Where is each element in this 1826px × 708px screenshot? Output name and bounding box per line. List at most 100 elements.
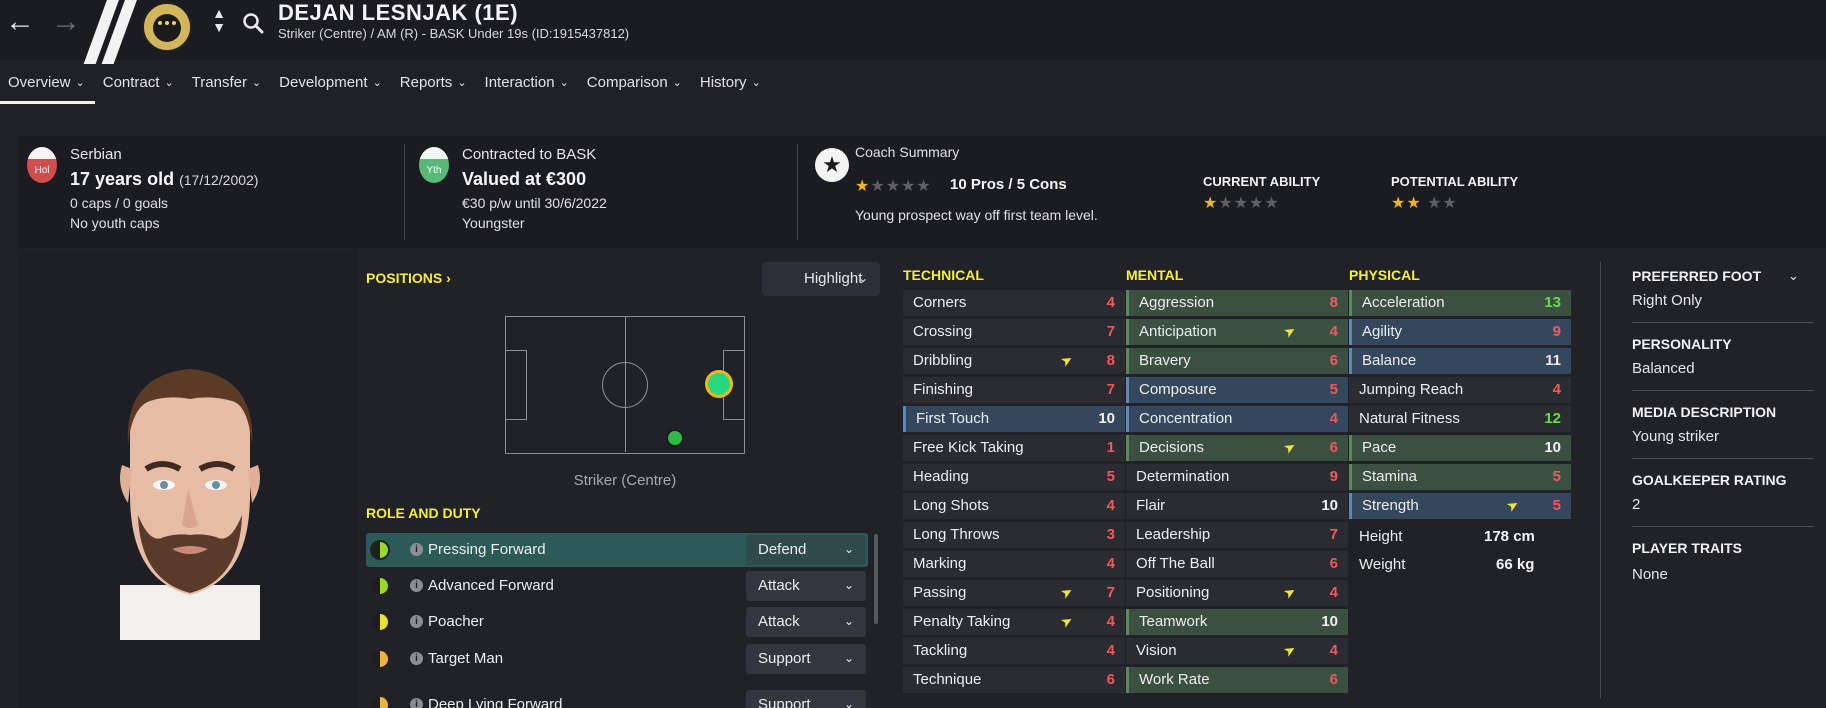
- tab-bar: Overview ⌄ Contract ⌄ Transfer ⌄ Developmen…: [0, 60, 1826, 106]
- position-am-right-marker[interactable]: [666, 429, 684, 447]
- info-icon[interactable]: i: [410, 615, 423, 628]
- attribute-row[interactable]: Jumping Reach 4: [1349, 377, 1571, 403]
- chevron-right-icon: ›: [446, 270, 451, 286]
- duty-dropdown[interactable]: Defend ⌄: [746, 535, 866, 565]
- attribute-name: Agility: [1362, 323, 1403, 340]
- attribute-name: Vision: [1136, 642, 1177, 659]
- tab-interaction[interactable]: Interaction ⌄: [477, 60, 579, 106]
- attribute-row[interactable]: Anticipation ➤ 4: [1126, 319, 1348, 345]
- youth-caps: No youth caps: [70, 215, 160, 231]
- info-icon[interactable]: i: [410, 698, 423, 708]
- role-row[interactable]: i Advanced Forward Attack ⌄: [366, 569, 868, 603]
- role-row[interactable]: i Pressing Forward Defend ⌄: [366, 533, 868, 567]
- role-list-scrollbar[interactable]: [874, 534, 878, 624]
- attribute-row[interactable]: Heading 5: [903, 464, 1125, 490]
- attribute-value: 6: [1329, 439, 1338, 456]
- chevron-down-icon[interactable]: ⌄: [1788, 268, 1799, 284]
- tab-comparison[interactable]: Comparison ⌄: [579, 60, 692, 106]
- info-icon[interactable]: i: [410, 543, 423, 556]
- attribute-row[interactable]: Composure 5: [1126, 377, 1348, 403]
- tab-reports[interactable]: Reports ⌄: [392, 60, 477, 106]
- attribute-value: 10: [1321, 613, 1338, 630]
- tab-label: Reports: [399, 74, 453, 91]
- attribute-row[interactable]: Teamwork 10: [1126, 609, 1348, 635]
- chevron-down-icon: ⌄: [457, 77, 467, 89]
- height-value: 178 cm: [1484, 528, 1535, 545]
- attribute-row[interactable]: Agility 9: [1349, 319, 1571, 345]
- role-row[interactable]: i Poacher Attack ⌄: [366, 605, 868, 639]
- attribute-row[interactable]: Stamina 5: [1349, 464, 1571, 490]
- forward-arrow-icon[interactable]: →: [50, 6, 82, 38]
- attribute-row[interactable]: Determination 9: [1126, 464, 1348, 490]
- personality-value: Balanced: [1632, 360, 1695, 377]
- prev-next-player-icon[interactable]: ▲ ▼: [212, 6, 226, 34]
- coach-rating-stars: ★★★★★: [855, 178, 932, 195]
- attribute-row[interactable]: Concentration 4: [1126, 406, 1348, 432]
- role-row[interactable]: i Deep Lying Forward Support ⌄: [366, 688, 868, 708]
- chevron-down-icon: ⌄: [843, 614, 854, 628]
- tab-development[interactable]: Development ⌄: [271, 60, 392, 106]
- attribute-row[interactable]: Strength ➤ 5: [1349, 493, 1571, 519]
- trend-up-icon: ➤: [1280, 640, 1299, 660]
- attribute-row[interactable]: Corners 4: [903, 290, 1125, 316]
- attribute-row[interactable]: Acceleration 13: [1349, 290, 1571, 316]
- attribute-row[interactable]: Decisions ➤ 6: [1126, 435, 1348, 461]
- duty-dropdown[interactable]: Attack ⌄: [746, 607, 866, 637]
- goalkeeper-rating-value: 2: [1632, 496, 1641, 513]
- tab-overview[interactable]: Overview ⌄: [0, 60, 95, 106]
- attribute-row[interactable]: Balance 11: [1349, 348, 1571, 374]
- attribute-value: 7: [1106, 381, 1115, 398]
- attribute-row[interactable]: Long Throws 3: [903, 522, 1125, 548]
- attribute-name: Long Throws: [913, 526, 1000, 543]
- attribute-row[interactable]: Leadership 7: [1126, 522, 1348, 548]
- attribute-row[interactable]: Penalty Taking ➤ 4: [903, 609, 1125, 635]
- duty-dropdown[interactable]: Attack ⌄: [746, 571, 866, 601]
- attribute-row[interactable]: Positioning ➤ 4: [1126, 580, 1348, 606]
- tab-contract[interactable]: Contract ⌄: [95, 60, 184, 106]
- attribute-value: 4: [1329, 584, 1338, 601]
- info-icon[interactable]: i: [410, 579, 423, 592]
- role-name: Poacher: [428, 613, 484, 630]
- attribute-row[interactable]: Technique 6: [903, 667, 1125, 693]
- club-crest-logo[interactable]: [142, 2, 192, 52]
- attribute-row[interactable]: Bravery 6: [1126, 348, 1348, 374]
- attribute-row[interactable]: Work Rate 6: [1126, 667, 1348, 693]
- duty-dropdown[interactable]: Support ⌄: [746, 644, 866, 674]
- attribute-row[interactable]: Off The Ball 6: [1126, 551, 1348, 577]
- attribute-name: Determination: [1136, 468, 1230, 485]
- duty-dropdown[interactable]: Support ⌄: [746, 690, 866, 708]
- back-arrow-icon[interactable]: ←: [4, 6, 36, 38]
- attribute-row[interactable]: Long Shots 4: [903, 493, 1125, 519]
- position-striker-marker[interactable]: [705, 370, 733, 398]
- search-icon[interactable]: [242, 12, 264, 34]
- info-icon[interactable]: i: [410, 652, 423, 665]
- attribute-row[interactable]: Aggression 8: [1126, 290, 1348, 316]
- attribute-name: Pace: [1362, 439, 1397, 456]
- attribute-value: 6: [1329, 352, 1338, 369]
- coach-summary-title[interactable]: Coach Summary: [855, 144, 959, 160]
- divider: [1600, 262, 1601, 698]
- attribute-row[interactable]: First Touch 10: [903, 406, 1125, 432]
- attribute-row[interactable]: Marking 4: [903, 551, 1125, 577]
- trend-up-icon: ➤: [1280, 437, 1299, 457]
- attribute-row[interactable]: Free Kick Taking 1: [903, 435, 1125, 461]
- highlight-dropdown[interactable]: Highlight ⌄: [762, 262, 880, 296]
- tab-transfer[interactable]: Transfer ⌄: [184, 60, 272, 106]
- trend-up-icon: ➤: [1503, 495, 1522, 515]
- positions-title[interactable]: POSITIONS ›: [366, 270, 451, 286]
- player-traits-title: PLAYER TRAITS: [1632, 540, 1742, 556]
- tab-history[interactable]: History ⌄: [692, 60, 771, 106]
- attribute-row[interactable]: Flair 10: [1126, 493, 1348, 519]
- attribute-row[interactable]: Finishing 7: [903, 377, 1125, 403]
- preferred-foot-title: PREFERRED FOOT: [1632, 268, 1762, 284]
- attribute-row[interactable]: Crossing 7: [903, 319, 1125, 345]
- attribute-row[interactable]: Natural Fitness 12: [1349, 406, 1571, 432]
- attribute-row[interactable]: Dribbling ➤ 8: [903, 348, 1125, 374]
- coach-star-icon: ★: [815, 148, 849, 182]
- attribute-row[interactable]: Passing ➤ 7: [903, 580, 1125, 606]
- role-row[interactable]: i Target Man Support ⌄: [366, 642, 868, 676]
- attribute-row[interactable]: Tackling 4: [903, 638, 1125, 664]
- attribute-row[interactable]: Pace 10: [1349, 435, 1571, 461]
- attribute-row[interactable]: Vision ➤ 4: [1126, 638, 1348, 664]
- attribute-name: Flair: [1136, 497, 1166, 514]
